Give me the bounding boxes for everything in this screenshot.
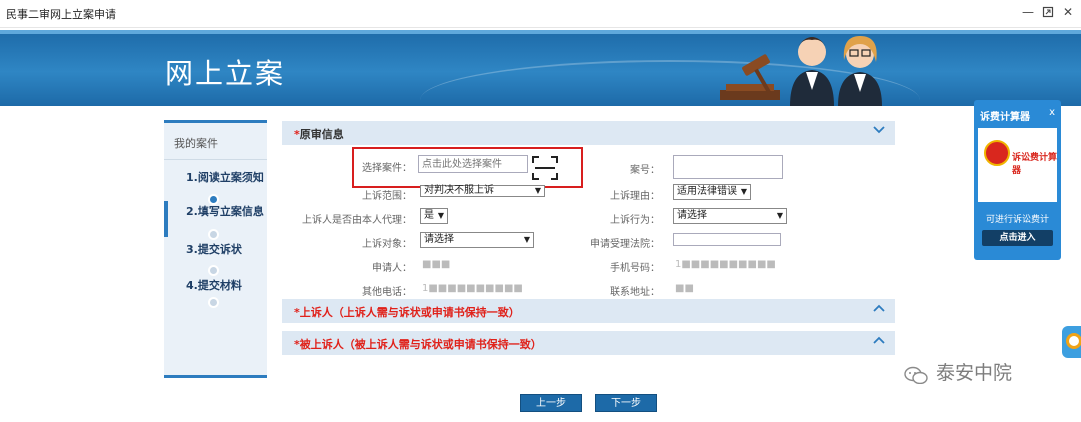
nav-step-submit-materials[interactable]: 4.提交材料 (164, 275, 267, 311)
section-title: *原审信息 (294, 128, 344, 141)
maximize-icon[interactable] (1040, 4, 1056, 20)
chevron-down-icon: ▼ (523, 235, 530, 244)
address-label: 联系地址： (610, 287, 660, 298)
calculator-image[interactable]: 诉讼费计算器 (978, 128, 1057, 202)
section-appellant[interactable]: *上诉人（上诉人需与诉状或申请书保持一致） (282, 299, 895, 323)
other-phone-value: 1■■■■■■■■■■ (422, 283, 523, 294)
nav-heading: 我的案件 (174, 137, 218, 150)
chevron-down-icon: ▼ (437, 211, 444, 220)
nav-step-label: 2.填写立案信息 (186, 205, 264, 218)
fee-calculator-widget: 诉费计算器 x 诉讼费计算器 可进行诉讼费计 点击进入 (974, 100, 1061, 260)
calculator-caption: 可进行诉讼费计 (985, 215, 1049, 225)
step-marker-icon (208, 297, 219, 308)
close-icon[interactable]: x (1049, 107, 1055, 118)
chevron-down-icon: ▼ (740, 187, 747, 196)
close-icon[interactable]: ✕ (1060, 4, 1076, 20)
wechat-icon (904, 366, 928, 384)
appeal-action-label: 上诉行为： (610, 215, 660, 226)
active-indicator (164, 201, 168, 237)
applicant-label: 申请人： (372, 263, 412, 274)
nav-step-label: 4.提交材料 (186, 279, 242, 292)
next-step-button[interactable]: 下一步 (595, 394, 657, 412)
phone-value: 1■■■■■■■■■■ (675, 259, 776, 270)
applicant-value: ■■■ (422, 259, 451, 270)
appeal-target-value: 请选择 (424, 234, 454, 245)
appeal-target-select[interactable]: 请选择 ▼ (420, 232, 534, 248)
appeal-reason-value: 适用法律错误 (677, 186, 737, 197)
appeal-scope-value: 对判决不服上诉 (424, 185, 494, 196)
other-phone-label: 其他电话： (362, 287, 412, 298)
court-input[interactable] (673, 233, 781, 246)
case-steps-nav: 我的案件 1.阅读立案须知 2.填写立案信息 3.提交诉状 4.提交材料 (164, 120, 267, 378)
appeal-scope-label: 上诉范围： (362, 191, 412, 202)
appeal-action-value: 请选择 (677, 210, 707, 221)
minimize-icon[interactable]: — (1020, 4, 1036, 20)
section-title: *上诉人（上诉人需与诉状或申请书保持一致） (294, 306, 520, 319)
address-value: ■■ (675, 283, 694, 294)
nav-step-label: 3.提交诉状 (186, 243, 242, 256)
nav-step-read-notice[interactable]: 1.阅读立案须知 (164, 167, 267, 205)
window-title: 民事二审网上立案申请 (6, 8, 116, 21)
nav-step-submit-complaint[interactable]: 3.提交诉状 (164, 239, 267, 276)
chevron-up-icon[interactable] (871, 301, 887, 319)
banner-stripe (0, 30, 1081, 34)
self-agent-label: 上诉人是否由本人代理： (302, 215, 412, 226)
appeal-reason-label: 上诉理由： (610, 191, 660, 202)
court-label: 申请受理法院： (590, 239, 660, 250)
judges-illustration-icon (720, 36, 882, 106)
self-agent-value: 是 (424, 210, 434, 221)
nav-step-label: 1.阅读立案须知 (186, 171, 264, 184)
section-original-info[interactable]: *原审信息 (282, 121, 895, 145)
self-agent-select[interactable]: 是 ▼ (420, 208, 448, 224)
appeal-target-label: 上诉对象： (362, 239, 412, 250)
prev-step-button[interactable]: 上一步 (520, 394, 582, 412)
watermark-text: 泰安中院 (936, 362, 1013, 384)
nav-divider (164, 159, 267, 160)
calculator-enter-button[interactable]: 点击进入 (982, 230, 1053, 246)
calculator-image-text: 诉讼费计算器 (1012, 153, 1058, 176)
case-no-input[interactable] (673, 155, 783, 179)
appeal-scope-select[interactable]: 对判决不服上诉 ▼ (420, 185, 545, 197)
section-appellee[interactable]: *被上诉人（被上诉人需与诉状或申请书保持一致） (282, 331, 895, 355)
nav-step-fill-info[interactable]: 2.填写立案信息 (164, 201, 267, 240)
header-banner: 网上立案 (0, 30, 1081, 106)
logo-icon (1066, 333, 1081, 349)
calculator-header: 诉费计算器 (980, 112, 1030, 123)
court-emblem-icon (984, 140, 1010, 166)
phone-label: 手机号码： (610, 263, 660, 274)
case-no-label: 案号： (630, 165, 660, 176)
page-title: 网上立案 (165, 57, 286, 90)
side-float-tab[interactable] (1062, 326, 1081, 358)
chevron-down-icon[interactable] (871, 123, 887, 141)
window-titlebar: 民事二审网上立案申请 — ✕ (0, 0, 1081, 28)
section-title: *被上诉人（被上诉人需与诉状或申请书保持一致） (294, 338, 542, 351)
chevron-up-icon[interactable] (871, 333, 887, 351)
appeal-action-select[interactable]: 请选择 ▼ (673, 208, 787, 224)
chevron-down-icon: ▼ (776, 211, 783, 220)
appeal-reason-select[interactable]: 适用法律错误 ▼ (673, 184, 751, 200)
